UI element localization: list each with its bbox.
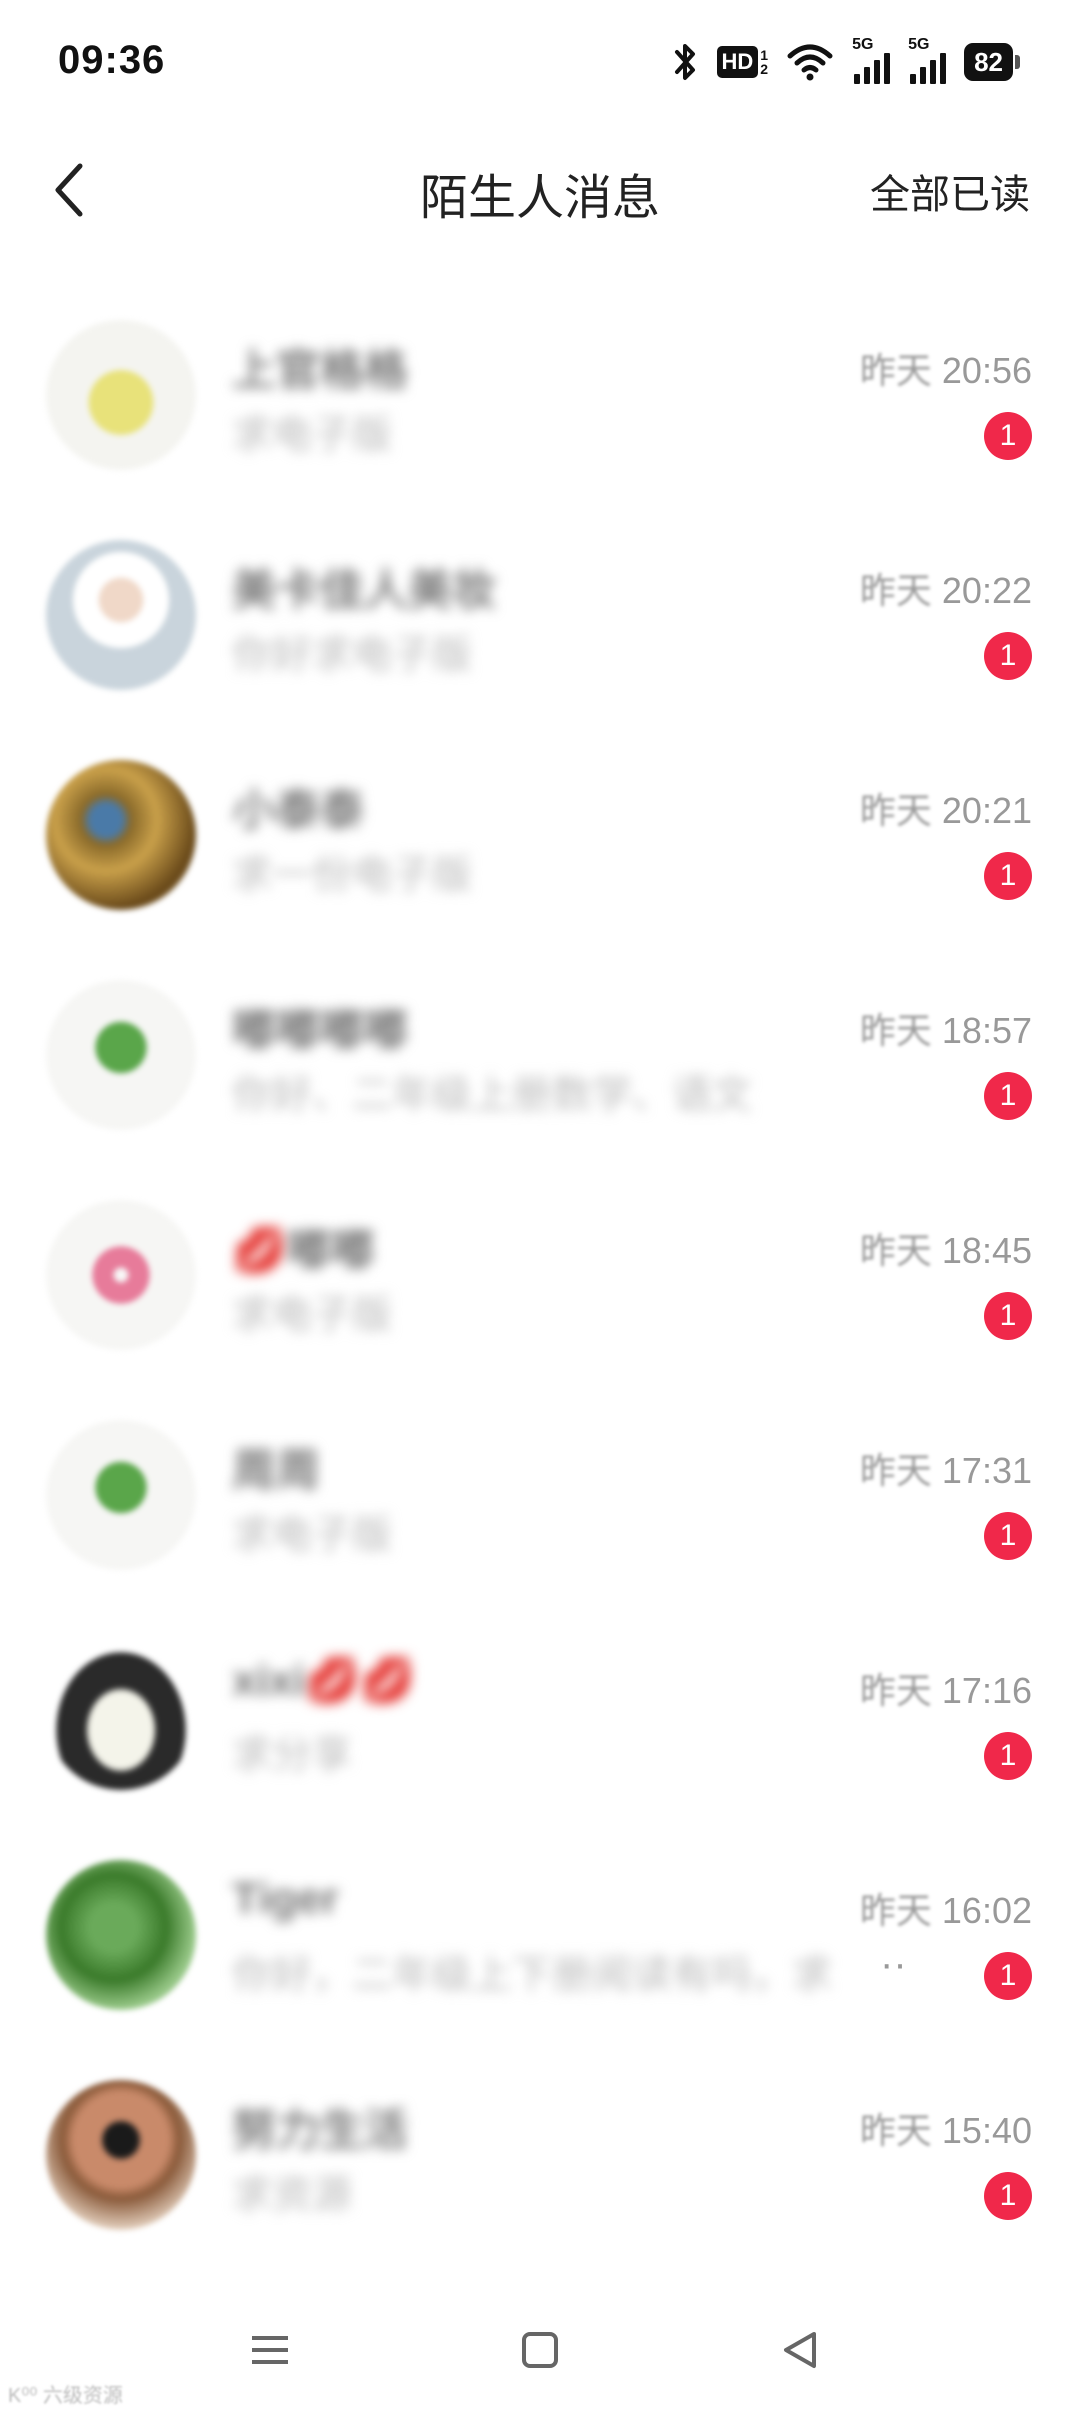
avatar[interactable] xyxy=(46,980,196,1130)
hd-label: HD xyxy=(716,46,759,78)
system-nav-bar: K⁰⁰ 六级资源 xyxy=(0,2290,1080,2414)
message-preview: 求电子版 xyxy=(232,1293,392,1337)
avatar[interactable] xyxy=(46,1420,196,1570)
unread-badge: 1 xyxy=(984,1072,1032,1120)
message-preview: 求分享 xyxy=(232,1733,352,1777)
sender-name: 上官格格 xyxy=(232,346,408,395)
back-triangle-icon xyxy=(784,2332,816,2368)
mark-all-read-button[interactable]: 全部已读 xyxy=(870,162,1030,220)
timestamp-day: 昨天 xyxy=(859,350,932,391)
timestamp-time: 15:40 xyxy=(941,2110,1032,2151)
hd-sub-top: 1 xyxy=(760,47,769,63)
avatar[interactable] xyxy=(46,320,196,470)
hd-sub-bottom: 2 xyxy=(760,61,769,77)
menu-icon xyxy=(252,2336,288,2364)
message-preview: 求电子版 xyxy=(232,413,392,457)
sender-name: 嘟嘟嘟嘟 xyxy=(232,1006,408,1055)
watermark: K⁰⁰ 六级资源 xyxy=(8,2385,123,2407)
avatar[interactable] xyxy=(46,2080,196,2230)
timestamp-time: 20:56 xyxy=(941,350,1032,391)
network-type-2: 5G xyxy=(908,36,930,53)
home-icon xyxy=(522,2332,558,2368)
timestamp-day: 昨天 xyxy=(859,2110,932,2151)
timestamp-day: 昨天 xyxy=(859,570,932,611)
sender-name: 小泰泰 xyxy=(232,786,364,835)
timestamp-time: 20:22 xyxy=(941,570,1032,611)
list-item[interactable]: 上官格格 求电子版 昨天 20:56 1 xyxy=(0,290,1080,510)
unread-badge: 1 xyxy=(984,1732,1032,1780)
menu-button[interactable] xyxy=(230,2310,310,2390)
conversation-list: 上官格格 求电子版 昨天 20:56 1 美卡佳人美妆 你好求电子版 昨天 20… xyxy=(0,290,1080,2270)
avatar[interactable] xyxy=(46,1640,196,1790)
list-item[interactable]: 美卡佳人美妆 你好求电子版 昨天 20:22 1 xyxy=(0,510,1080,730)
message-preview: 你好、二年级上册数学、语文 xyxy=(232,1073,752,1117)
list-item[interactable]: 周周 求电子版 昨天 17:31 1 xyxy=(0,1390,1080,1610)
unread-badge: 1 xyxy=(984,632,1032,680)
back-nav-button[interactable] xyxy=(760,2310,840,2390)
header: 陌生人消息 全部已读 xyxy=(0,130,1080,250)
list-item[interactable]: Tiger 你好，二年级上下册阅读有吗，求 ·· 昨天 16:02 1 xyxy=(0,1830,1080,2050)
list-item[interactable]: 💋嘟嘟 求电子版 昨天 18:45 1 xyxy=(0,1170,1080,1390)
timestamp-day: 昨天 xyxy=(859,1890,932,1931)
timestamp-day: 昨天 xyxy=(859,1010,932,1051)
sender-name: 努力生活 xyxy=(232,2106,408,2155)
unread-badge: 1 xyxy=(984,852,1032,900)
avatar[interactable] xyxy=(46,1200,196,1350)
unread-badge: 1 xyxy=(984,2172,1032,2220)
list-item[interactable]: 小泰泰 求一份电子版 昨天 20:21 1 xyxy=(0,730,1080,950)
timestamp: 昨天 17:16 xyxy=(860,1662,1032,1714)
message-preview: 求电子版 xyxy=(232,1513,392,1557)
timestamp: 昨天 17:31 xyxy=(860,1442,1032,1494)
message-preview: 求资源 xyxy=(232,2173,352,2217)
timestamp-time: 18:45 xyxy=(941,1230,1032,1271)
timestamp-time: 20:21 xyxy=(941,790,1032,831)
timestamp: 昨天 18:57 xyxy=(860,1002,1032,1054)
timestamp-time: 17:31 xyxy=(941,1450,1032,1491)
status-bar: 09:36 HD 1 2 5G 5G 82 xyxy=(0,0,1080,130)
status-icons: HD 1 2 5G 5G 82 xyxy=(671,36,1020,86)
list-item[interactable]: 努力生活 求资源 昨天 15:40 1 xyxy=(0,2050,1080,2270)
preview-ellipsis: ·· xyxy=(880,1942,907,1986)
message-preview: 你好，二年级上下册阅读有吗，求 xyxy=(232,1953,832,1997)
home-button[interactable] xyxy=(500,2310,580,2390)
bluetooth-icon xyxy=(674,44,695,80)
avatar[interactable] xyxy=(46,540,196,690)
timestamp-time: 16:02 xyxy=(941,1890,1032,1931)
signal-icon-2: 5G xyxy=(908,36,947,84)
timestamp-day: 昨天 xyxy=(859,1450,932,1491)
battery-level: 82 xyxy=(964,43,1013,81)
timestamp: 昨天 18:45 xyxy=(860,1222,1032,1274)
hd-indicator: HD 1 2 xyxy=(716,46,769,78)
unread-badge: 1 xyxy=(984,1512,1032,1560)
sender-name: Tiger xyxy=(232,1874,339,1923)
list-item[interactable]: xixi💋💋 求分享 昨天 17:16 1 xyxy=(0,1610,1080,1830)
message-preview: 求一份电子版 xyxy=(232,853,472,897)
avatar[interactable] xyxy=(46,1860,196,2010)
message-preview: 你好求电子版 xyxy=(232,633,472,677)
status-time: 09:36 xyxy=(58,38,166,82)
sender-name: 周周 xyxy=(232,1446,320,1495)
timestamp: 昨天 16:02 xyxy=(860,1882,1032,1934)
unread-badge: 1 xyxy=(984,1292,1032,1340)
timestamp-day: 昨天 xyxy=(859,1670,932,1711)
network-type-1: 5G xyxy=(852,36,874,53)
timestamp-day: 昨天 xyxy=(859,1230,932,1271)
timestamp-time: 18:57 xyxy=(941,1010,1032,1051)
timestamp: 昨天 20:56 xyxy=(860,342,1032,394)
list-item[interactable]: 嘟嘟嘟嘟 你好、二年级上册数学、语文 昨天 18:57 1 xyxy=(0,950,1080,1170)
timestamp: 昨天 15:40 xyxy=(860,2102,1032,2154)
sender-name: 💋嘟嘟 xyxy=(232,1226,375,1275)
timestamp-time: 17:16 xyxy=(941,1670,1032,1711)
avatar[interactable] xyxy=(46,760,196,910)
wifi-icon xyxy=(787,44,833,81)
timestamp-day: 昨天 xyxy=(859,790,932,831)
timestamp: 昨天 20:22 xyxy=(860,562,1032,614)
timestamp: 昨天 20:21 xyxy=(860,782,1032,834)
sender-name: 美卡佳人美妆 xyxy=(232,566,496,615)
unread-badge: 1 xyxy=(984,412,1032,460)
unread-badge: 1 xyxy=(984,1952,1032,2000)
battery-icon: 82 xyxy=(964,43,1020,81)
signal-icon: 5G xyxy=(852,36,891,84)
sender-name: xixi💋💋 xyxy=(232,1656,415,1705)
